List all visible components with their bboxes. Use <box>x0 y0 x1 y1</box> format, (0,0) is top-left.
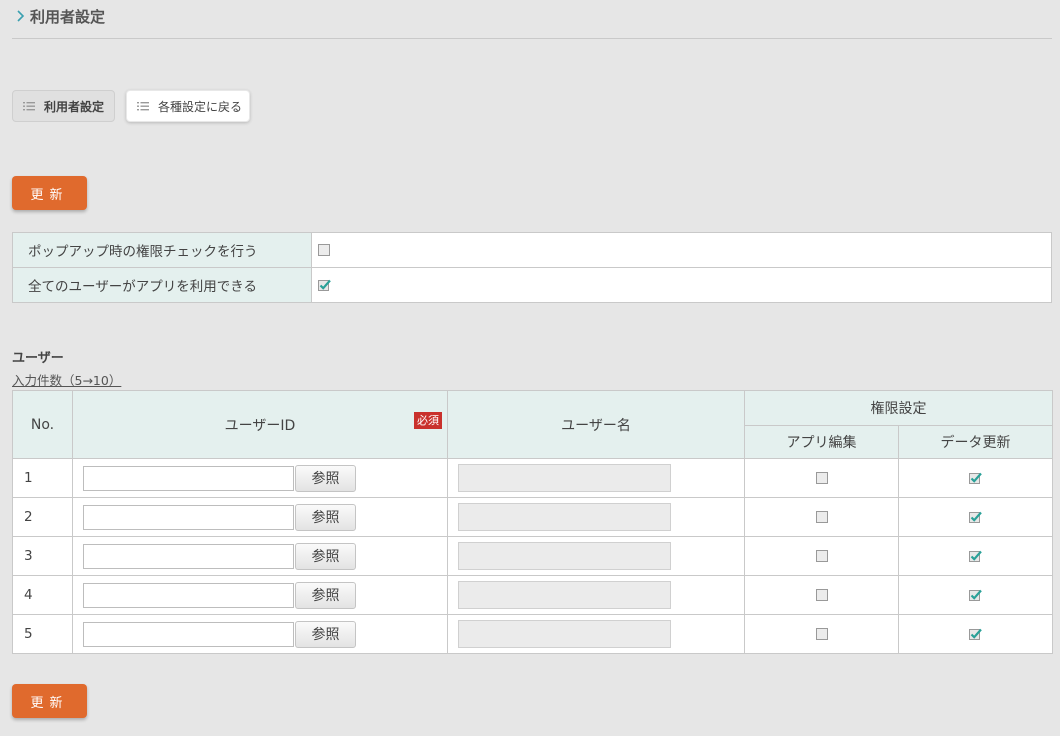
user-id-cell: 参照 <box>72 536 448 576</box>
user-id-input[interactable] <box>83 621 294 647</box>
user-name-field <box>458 620 671 648</box>
col-header-permission: 権限設定 <box>744 390 1053 426</box>
setting-label: ポップアップ時の権限チェックを行う <box>12 232 312 268</box>
input-count-link[interactable]: 入力件数（5→10） <box>12 370 121 389</box>
checkbox-checked[interactable] <box>969 511 982 523</box>
col-header-data-update: データ更新 <box>898 425 1053 459</box>
required-badge: 必須 <box>414 412 442 429</box>
user-name-field <box>458 542 671 570</box>
app-edit-cell <box>744 536 899 576</box>
app-edit-cell <box>744 497 899 537</box>
user-id-input[interactable] <box>83 582 294 608</box>
checkbox-unchecked[interactable] <box>318 244 330 256</box>
checkbox-unchecked[interactable] <box>815 550 828 562</box>
user-id-input[interactable] <box>83 543 294 569</box>
app-edit-cell <box>744 575 899 615</box>
col-header-user-id-label: ユーザーID <box>224 417 296 434</box>
reference-button[interactable]: 参照 <box>295 542 356 570</box>
setting-value <box>311 267 1052 303</box>
page-title: 利用者設定 <box>30 8 106 26</box>
user-name-cell <box>447 575 745 615</box>
data-update-cell <box>898 614 1053 654</box>
checkbox-checked[interactable] <box>969 628 982 640</box>
user-name-field <box>458 581 671 609</box>
setting-row-popup-check: ポップアップ時の権限チェックを行う <box>12 232 1052 268</box>
user-id-input[interactable] <box>83 465 294 491</box>
data-update-cell <box>898 497 1053 537</box>
user-row: 5 参照 <box>12 614 1053 654</box>
data-update-cell <box>898 458 1053 498</box>
checkbox-unchecked[interactable] <box>815 511 828 523</box>
reference-button[interactable]: 参照 <box>295 503 356 531</box>
checkbox-checked[interactable] <box>969 589 982 601</box>
settings-table: ポップアップ時の権限チェックを行う 全てのユーザーがアプリを利用できる <box>12 232 1052 303</box>
update-button-bottom[interactable]: 更新 <box>12 684 87 718</box>
users-table: No. ユーザーID 必須 ユーザー名 権限設定 アプリ編集 データ更新 1 参照… <box>12 390 1053 654</box>
user-id-input[interactable] <box>83 504 294 530</box>
user-name-field <box>458 503 671 531</box>
checkbox-checked[interactable] <box>969 550 982 562</box>
user-name-cell <box>447 458 745 498</box>
user-row: 3 参照 <box>12 536 1053 576</box>
row-number: 1 <box>12 458 73 498</box>
row-number: 2 <box>12 497 73 537</box>
user-id-cell: 参照 <box>72 575 448 615</box>
row-number: 5 <box>12 614 73 654</box>
user-id-cell: 参照 <box>72 497 448 537</box>
chevron-right-icon <box>17 10 25 22</box>
reference-button[interactable]: 参照 <box>295 464 356 492</box>
list-icon <box>137 102 149 111</box>
update-button-top[interactable]: 更新 <box>12 176 87 210</box>
data-update-cell <box>898 575 1053 615</box>
user-id-cell: 参照 <box>72 458 448 498</box>
col-header-app-edit: アプリ編集 <box>744 425 899 459</box>
setting-row-all-users-app: 全てのユーザーがアプリを利用できる <box>12 267 1052 303</box>
checkbox-unchecked[interactable] <box>815 589 828 601</box>
user-row: 2 参照 <box>12 497 1053 537</box>
app-edit-cell <box>744 458 899 498</box>
checkbox-checked[interactable] <box>318 279 331 291</box>
user-row: 1 参照 <box>12 458 1053 498</box>
back-to-settings-link[interactable]: 各種設定に戻る <box>126 90 250 122</box>
user-name-cell <box>447 614 745 654</box>
reference-button[interactable]: 参照 <box>295 620 356 648</box>
page-header: 利用者設定 <box>12 0 1052 39</box>
reference-button[interactable]: 参照 <box>295 581 356 609</box>
user-name-field <box>458 464 671 492</box>
checkbox-unchecked[interactable] <box>815 628 828 640</box>
tab-user-settings-label: 利用者設定 <box>44 99 105 114</box>
back-to-settings-label: 各種設定に戻る <box>158 99 243 114</box>
checkbox-checked[interactable] <box>969 472 982 484</box>
user-id-cell: 参照 <box>72 614 448 654</box>
row-number: 4 <box>12 575 73 615</box>
col-header-user-name: ユーザー名 <box>447 390 745 459</box>
user-name-cell <box>447 536 745 576</box>
user-name-cell <box>447 497 745 537</box>
setting-value <box>311 232 1052 268</box>
row-number: 3 <box>12 536 73 576</box>
col-header-user-id: ユーザーID 必須 <box>72 390 448 459</box>
users-heading: ユーザー <box>12 351 64 366</box>
list-icon <box>23 102 35 111</box>
checkbox-unchecked[interactable] <box>815 472 828 484</box>
col-header-no: No. <box>12 390 73 459</box>
user-row: 4 参照 <box>12 575 1053 615</box>
data-update-cell <box>898 536 1053 576</box>
app-edit-cell <box>744 614 899 654</box>
tab-user-settings[interactable]: 利用者設定 <box>12 90 115 122</box>
setting-label: 全てのユーザーがアプリを利用できる <box>12 267 312 303</box>
